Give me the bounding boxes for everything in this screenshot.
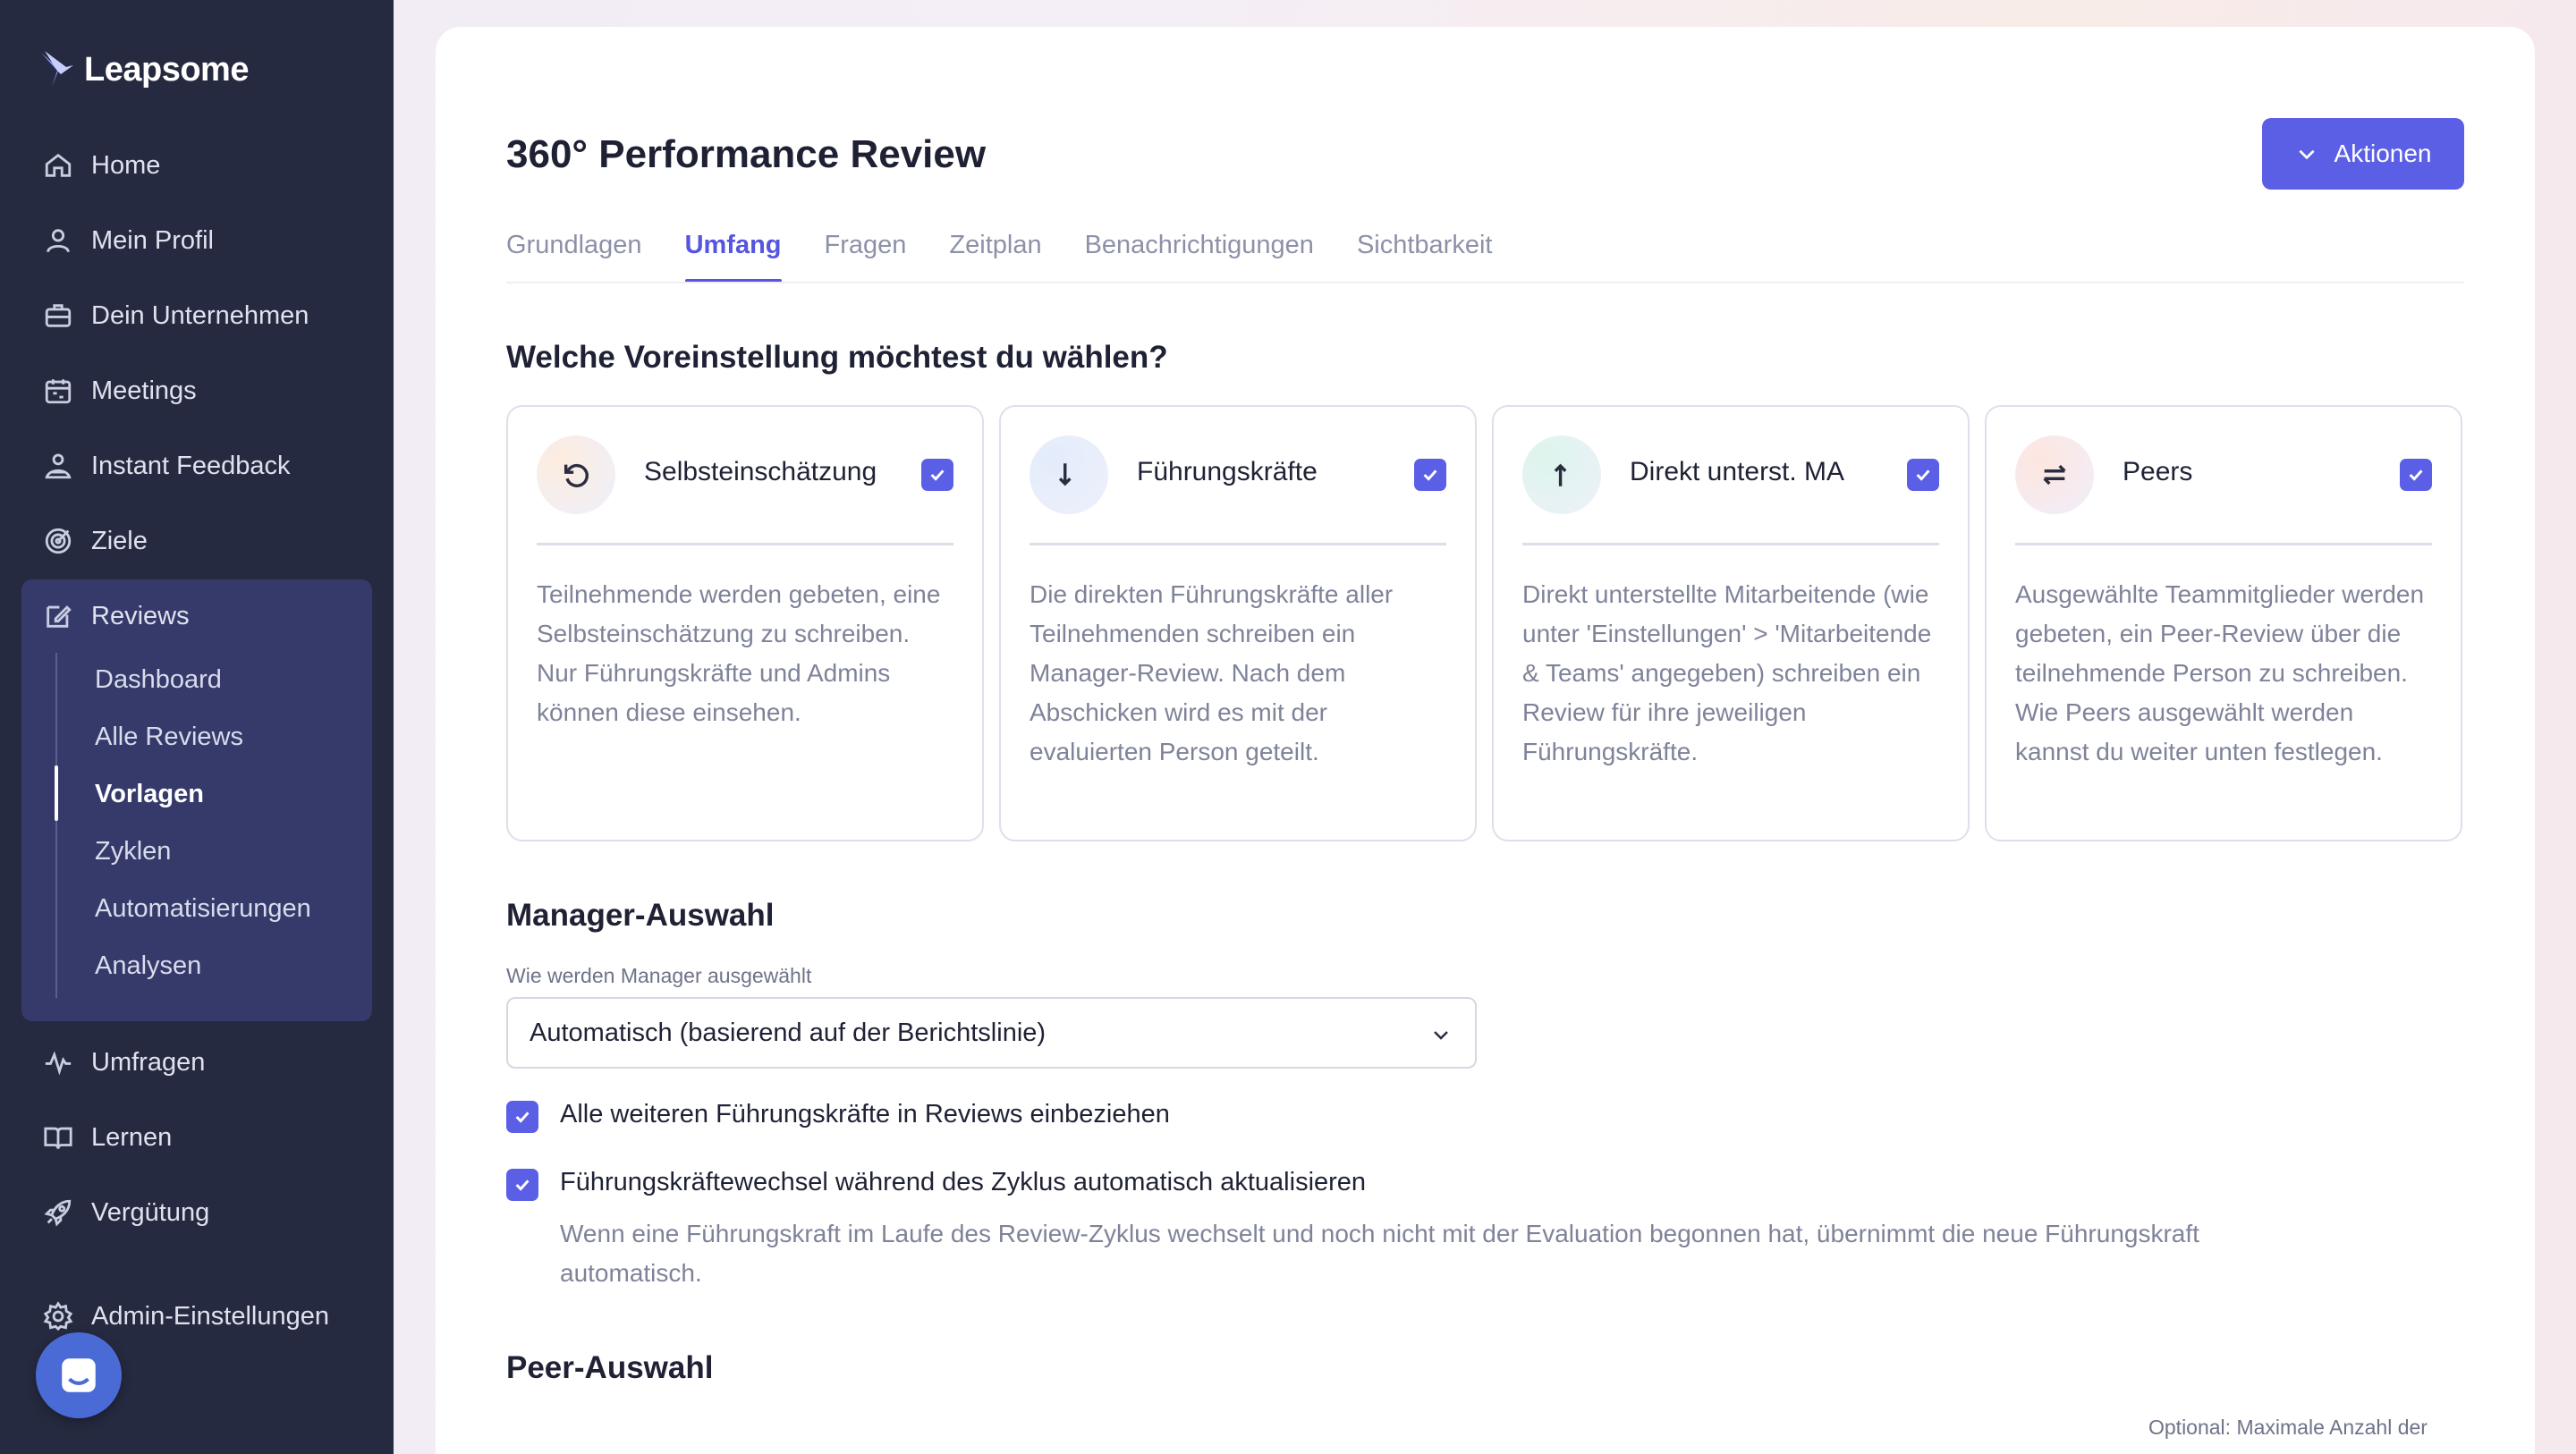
chevron-down-icon: [1434, 1031, 1448, 1040]
manager-select-value: Automatisch (basierend auf der Berichtsl…: [530, 1018, 1046, 1047]
preset-checkbox[interactable]: [1414, 459, 1446, 491]
preset-checkbox[interactable]: [1907, 459, 1939, 491]
preset-title: Direkt unterst. MA: [1630, 457, 1845, 486]
preset-card-managers[interactable]: Führungskräfte Die direkten Führungskräf…: [999, 405, 1477, 841]
preset-description: Direkt unterstellte Mitarbeitende (wie u…: [1522, 580, 1932, 765]
include-managers-checkbox[interactable]: [506, 1101, 538, 1133]
submenu-active-indicator: [55, 765, 58, 821]
app-name: Leapsome: [84, 50, 249, 89]
sidebar-item-instant-feedback[interactable]: Instant Feedback: [43, 441, 290, 491]
target-icon: [45, 528, 72, 554]
sidebar-subitem-all-reviews[interactable]: Alle Reviews: [95, 712, 243, 762]
preset-card-direct-reports[interactable]: Direkt unterst. MA Direkt unterstellte M…: [1492, 405, 1970, 841]
sidebar-item-goals[interactable]: Ziele: [43, 516, 148, 566]
sidebar-item-profile[interactable]: Mein Profil: [43, 216, 214, 266]
sidebar-subitem-automations[interactable]: Automatisierungen: [95, 883, 311, 934]
preset-card-peers[interactable]: Peers Ausgewählte Teammitglieder werden …: [1985, 405, 2462, 841]
preset-title: Selbsteinschätzung: [644, 457, 877, 486]
sidebar-item-label: Admin-Einstellungen: [91, 1301, 329, 1331]
auto-update-manager-help: Wenn eine Führungskraft im Laufe des Rev…: [560, 1220, 2199, 1287]
preset-description: Teilnehmende werden gebeten, eine Selbst…: [537, 580, 941, 726]
preset-card-self[interactable]: Selbsteinschätzung Teilnehmende werden g…: [506, 405, 984, 841]
sidebar-item-label: Instant Feedback: [91, 451, 291, 480]
leapsome-logo[interactable]: Leapsome: [39, 45, 249, 95]
swap-icon: [2015, 435, 2094, 514]
preset-title: Peers: [2123, 457, 2193, 486]
sidebar-item-label: Vergütung: [91, 1197, 210, 1227]
pulse-icon: [45, 1051, 72, 1076]
gear-icon: [43, 1301, 73, 1331]
preset-checkbox[interactable]: [2400, 459, 2432, 491]
briefcase-icon: [45, 304, 72, 327]
sidebar-item-label: Meetings: [91, 376, 197, 405]
actions-button-label: Aktionen: [2334, 139, 2432, 167]
sidebar-item-label: Reviews: [91, 601, 190, 630]
chat-icon: [62, 1358, 96, 1392]
sidebar-item-label: Dein Unternehmen: [91, 300, 309, 330]
tab-questions[interactable]: Fragen: [825, 224, 907, 283]
user-icon: [47, 229, 70, 253]
sidebar-item-company[interactable]: Dein Unternehmen: [43, 291, 309, 341]
tab-notifications[interactable]: Benachrichtigungen: [1085, 224, 1314, 283]
edit-icon: [47, 605, 72, 628]
sidebar-item-label: Ziele: [91, 526, 148, 555]
chat-launcher-button[interactable]: [36, 1332, 122, 1418]
sidebar-item-surveys[interactable]: Umfragen: [43, 1037, 205, 1087]
sidebar-subitem-templates[interactable]: Vorlagen: [95, 769, 204, 819]
auto-update-manager-label: Führungskräftewechsel während des Zyklus…: [560, 1168, 1367, 1196]
preset-title: Führungskräfte: [1137, 457, 1318, 486]
manager-field-label: Wie werden Manager ausgewählt: [506, 964, 812, 987]
preset-divider: [2015, 543, 2432, 545]
actions-button[interactable]: Aktionen: [2262, 118, 2464, 190]
manager-section-title: Manager-Auswahl: [506, 898, 775, 933]
manager-select[interactable]: Automatisch (basierend auf der Berichtsl…: [506, 997, 1477, 1069]
bird-logo-icon: [41, 51, 73, 87]
book-icon: [44, 1127, 72, 1149]
preset-description: Die direkten Führungskräfte aller Teilne…: [1030, 580, 1394, 765]
chevron-down-icon: [2298, 149, 2315, 160]
preset-divider: [1030, 543, 1446, 545]
tab-scope[interactable]: Umfang: [684, 224, 782, 283]
preset-divider: [1522, 543, 1939, 545]
include-managers-label: Alle weiteren Führungskräfte in Reviews …: [560, 1100, 1170, 1129]
sidebar-subitem-cycles[interactable]: Zyklen: [95, 826, 171, 876]
preset-description: Ausgewählte Teammitglieder werden gebete…: [2015, 580, 2425, 765]
peer-optional-max-label: Optional: Maximale Anzahl der: [2148, 1416, 2428, 1439]
sidebar-subitem-dashboard[interactable]: Dashboard: [95, 655, 222, 705]
page-title: 360° Performance Review: [506, 132, 987, 176]
rotate-ccw-icon: [537, 435, 615, 514]
sidebar: Leapsome Home Mein Profil Dein Unternehm…: [0, 0, 394, 1454]
preset-section-title: Welche Voreinstellung möchtest du wählen…: [506, 340, 1168, 375]
tab-bar: Grundlagen Umfang Fragen Zeitplan Benach…: [506, 224, 1492, 283]
sidebar-item-learning[interactable]: Lernen: [43, 1112, 172, 1162]
arrow-down-icon: [1030, 435, 1108, 514]
sidebar-item-label: Home: [91, 150, 161, 180]
sidebar-subitem-analytics[interactable]: Analysen: [95, 941, 201, 991]
rocket-icon: [44, 1199, 72, 1227]
tab-schedule[interactable]: Zeitplan: [949, 224, 1041, 283]
sidebar-item-home[interactable]: Home: [43, 140, 160, 190]
feedback-icon: [45, 453, 72, 479]
calendar-icon: [45, 379, 72, 404]
preset-divider: [537, 543, 953, 545]
sidebar-item-label: Mein Profil: [91, 225, 214, 255]
tabs-divider: [506, 282, 2464, 283]
preset-checkbox[interactable]: [921, 459, 953, 491]
auto-update-manager-checkbox[interactable]: [506, 1169, 538, 1201]
arrow-up-icon: [1522, 435, 1601, 514]
home-icon: [45, 153, 72, 177]
tab-visibility[interactable]: Sichtbarkeit: [1357, 224, 1493, 283]
submenu-line: [55, 653, 57, 998]
sidebar-item-label: Umfragen: [91, 1047, 206, 1077]
peer-section-title: Peer-Auswahl: [506, 1350, 714, 1385]
sidebar-item-reviews[interactable]: Reviews: [43, 591, 190, 641]
tab-basics[interactable]: Grundlagen: [506, 224, 642, 283]
sidebar-item-meetings[interactable]: Meetings: [43, 366, 197, 416]
sidebar-item-compensation[interactable]: Vergütung: [43, 1188, 209, 1238]
sidebar-item-label: Lernen: [91, 1122, 173, 1152]
